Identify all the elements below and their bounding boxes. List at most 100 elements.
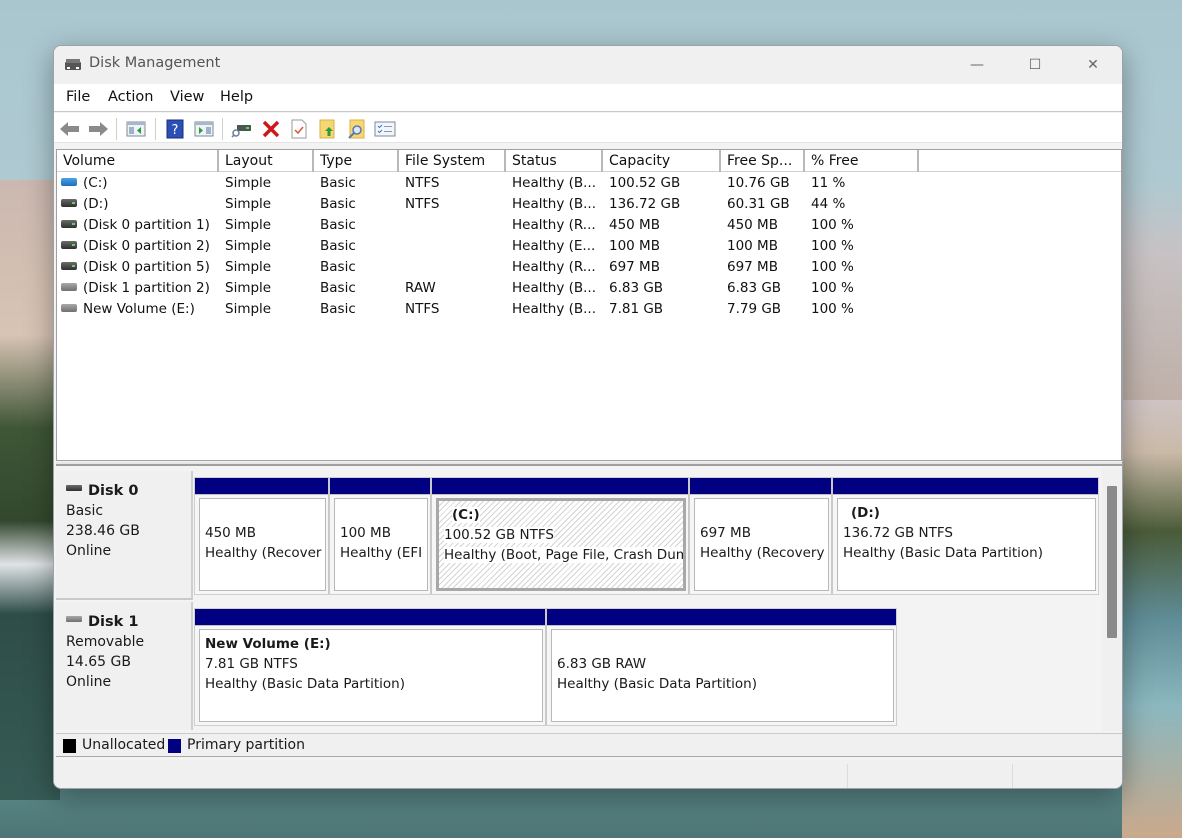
cell-capacity: 7.81 GB <box>609 301 664 317</box>
disk-0-label[interactable]: Disk 0 Basic 238.46 GB Online <box>56 471 193 600</box>
partition-size: 136.72 GB NTFS <box>843 525 953 541</box>
minimize-button[interactable]: — <box>954 50 1000 80</box>
pane-splitter[interactable] <box>56 462 1122 466</box>
disk-0-size: 238.46 GB <box>66 523 140 539</box>
svg-text:?: ? <box>172 123 179 138</box>
volume-row[interactable]: (Disk 0 partition 5) Simple Basic Healthy (… <box>57 257 1121 278</box>
open-folder-up-button[interactable] <box>316 118 338 140</box>
title-bar[interactable]: Disk Management — ☐ ✕ <box>54 46 1122 84</box>
menu-help[interactable]: Help <box>220 89 253 105</box>
properties-button[interactable] <box>288 118 310 140</box>
status-separator <box>847 764 848 788</box>
menu-action[interactable]: Action <box>108 89 153 105</box>
cell-layout: Simple <box>225 217 272 233</box>
connect-disk-button[interactable] <box>231 118 253 140</box>
properties-icon <box>291 119 307 139</box>
disk-1-partition-e[interactable]: New Volume (E:) 7.81 GB NTFS Healthy (Ba… <box>195 609 547 725</box>
column-file-system[interactable]: File System <box>399 150 506 172</box>
close-icon: ✕ <box>1087 57 1099 73</box>
partition-details: 6.83 GB RAW Healthy (Basic Data Partitio… <box>551 629 894 722</box>
primary-partition-bar <box>833 478 1098 495</box>
primary-partition-bar <box>195 478 328 495</box>
removable-drive-icon <box>66 616 82 622</box>
volume-row[interactable]: (Disk 0 partition 2) Simple Basic Healthy (… <box>57 236 1121 257</box>
column-capacity[interactable]: Capacity <box>603 150 721 172</box>
disk-1-kind: Removable <box>66 634 145 650</box>
volume-row[interactable]: (Disk 1 partition 2) Simple Basic RAW Health… <box>57 278 1121 299</box>
show-hide-console-tree-button[interactable] <box>125 118 147 140</box>
partition-size: 697 MB <box>700 525 751 541</box>
cell-percent-free: 100 % <box>811 301 854 317</box>
help-button[interactable]: ? <box>164 118 186 140</box>
checklist-button[interactable] <box>374 118 396 140</box>
column-status[interactable]: Status <box>506 150 603 172</box>
forward-button[interactable] <box>87 118 109 140</box>
disk-0-partition-1[interactable]: 450 MB Healthy (Recover <box>195 478 330 594</box>
volume-drive-icon <box>61 241 77 249</box>
show-hide-action-pane-button[interactable] <box>193 118 215 140</box>
volume-row[interactable]: (D:) Simple Basic NTFS Healthy (B... 136.72 G… <box>57 194 1121 215</box>
menu-view[interactable]: View <box>170 89 204 105</box>
toolbar: ? <box>54 113 1122 143</box>
disk-1-size: 14.65 GB <box>66 654 131 670</box>
close-button[interactable]: ✕ <box>1070 50 1116 80</box>
cell-type: Basic <box>320 196 356 212</box>
disk-0-kind: Basic <box>66 503 104 519</box>
maximize-button[interactable]: ☐ <box>1012 50 1058 80</box>
partition-details: 450 MB Healthy (Recover <box>199 498 326 591</box>
cell-file-system: RAW <box>405 280 436 296</box>
toolbar-separator <box>222 118 223 140</box>
column-free-space[interactable]: Free Sp... <box>721 150 805 172</box>
column-type[interactable]: Type <box>314 150 399 172</box>
cell-type: Basic <box>320 259 356 275</box>
cell-free-space: 60.31 GB <box>727 196 790 212</box>
forward-icon <box>89 122 108 136</box>
menu-file[interactable]: File <box>66 89 90 105</box>
partition-status: Healthy (Basic Data Partition) <box>843 545 1043 561</box>
toolbar-separator <box>155 118 156 140</box>
disk-0-partition-c[interactable]: (C:) 100.52 GB NTFS Healthy (Boot, Page … <box>432 478 690 594</box>
column-layout[interactable]: Layout <box>219 150 314 172</box>
partition-size: 6.83 GB RAW <box>557 656 647 672</box>
cell-status: Healthy (R... <box>512 259 596 275</box>
partition-status: Healthy (Boot, Page File, Crash Dum <box>444 545 683 565</box>
legend-unallocated: Unallocated <box>82 737 166 753</box>
cell-free-space: 6.83 GB <box>727 280 782 296</box>
volume-drive-icon <box>61 304 77 312</box>
disk-1-label[interactable]: Disk 1 Removable 14.65 GB Online <box>56 602 193 730</box>
back-button[interactable] <box>59 118 81 140</box>
cell-percent-free: 100 % <box>811 217 854 233</box>
partition-size-text: 100.52 GB NTFS <box>444 527 554 543</box>
column-volume[interactable]: Volume <box>57 150 219 172</box>
cell-file-system: NTFS <box>405 196 440 212</box>
connect-disk-icon <box>231 125 251 138</box>
disk-0-partition-d[interactable]: (D:) 136.72 GB NTFS Healthy (Basic Data … <box>833 478 1098 594</box>
cell-layout: Simple <box>225 280 272 296</box>
vertical-scrollbar-thumb[interactable] <box>1107 486 1117 638</box>
cell-status: Healthy (B... <box>512 301 597 317</box>
desktop-wallpaper-right <box>1122 400 1182 838</box>
disk-0-partition-5[interactable]: 697 MB Healthy (Recovery <box>690 478 833 594</box>
column-percent-free[interactable]: % Free <box>805 150 919 172</box>
cell-type: Basic <box>320 238 356 254</box>
volume-row[interactable]: (Disk 0 partition 1) Simple Basic Healthy (… <box>57 215 1121 236</box>
disk-0-partitions: 450 MB Healthy (Recover 100 MB Healthy (… <box>194 477 1099 595</box>
disk-1-partitions: New Volume (E:) 7.81 GB NTFS Healthy (Ba… <box>194 608 897 726</box>
disk-1-state: Online <box>66 674 112 690</box>
volume-row[interactable]: (C:) Simple Basic NTFS Healthy (B... 100.52 G… <box>57 173 1121 194</box>
desktop-wallpaper-left <box>0 180 60 800</box>
disk-1-partition-2[interactable]: 6.83 GB RAW Healthy (Basic Data Partitio… <box>547 609 896 725</box>
volume-row[interactable]: New Volume (E:) Simple Basic NTFS Healthy (B… <box>57 299 1121 320</box>
cell-status: Healthy (B... <box>512 196 597 212</box>
delete-button[interactable] <box>260 118 282 140</box>
partition-details: New Volume (E:) 7.81 GB NTFS Healthy (Ba… <box>199 629 543 722</box>
cell-percent-free: 44 % <box>811 196 846 212</box>
search-folder-button[interactable] <box>345 118 367 140</box>
cell-volume: (Disk 0 partition 5) <box>83 259 210 275</box>
cell-percent-free: 100 % <box>811 238 854 254</box>
status-separator <box>1012 764 1013 788</box>
partition-status: Healthy (Basic Data Partition) <box>557 676 757 692</box>
cell-type: Basic <box>320 280 356 296</box>
cell-free-space: 7.79 GB <box>727 301 782 317</box>
disk-0-partition-2[interactable]: 100 MB Healthy (EFI <box>330 478 432 594</box>
